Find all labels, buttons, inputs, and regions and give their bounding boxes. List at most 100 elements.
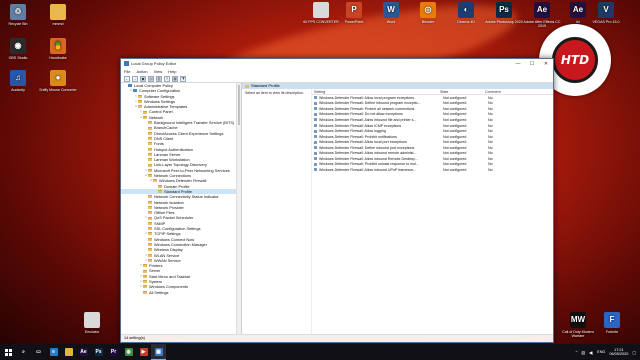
folder-icon xyxy=(158,184,162,188)
language-indicator[interactable]: ENG xyxy=(597,350,605,354)
desktop-icon[interactable]: ♫ Audacity xyxy=(0,70,40,92)
group-policy-editor-window: Local Group Policy Editor — ☐ ✕ File Act… xyxy=(120,58,554,343)
taskbar-app[interactable]: Pr xyxy=(106,344,121,360)
menu-action[interactable]: Action xyxy=(136,69,147,74)
desktop-icon[interactable]: ● Sniffy Mouse Converter xyxy=(36,70,80,92)
desktop-icon-label: VEGAS Pro 15.0 xyxy=(592,20,620,24)
help-button[interactable]: ? xyxy=(164,75,170,82)
folder-icon xyxy=(148,237,152,241)
setting-comment: No xyxy=(488,140,493,145)
policy-setting-icon xyxy=(314,162,317,166)
after-effects-icon: Ae xyxy=(534,2,550,18)
desktop-icon[interactable]: mmmd xyxy=(36,4,80,26)
setting-row[interactable]: Windows Defender Firewall: Allow local p… xyxy=(312,139,553,145)
folder-icon xyxy=(148,258,152,262)
volume-icon[interactable]: ◀) xyxy=(589,350,593,355)
taskbar-app[interactable] xyxy=(61,344,76,360)
clock-date: 06/05/2020 xyxy=(609,352,629,356)
setting-row[interactable]: Windows Defender Firewall: Define inboun… xyxy=(312,101,553,107)
minimize-button[interactable]: — xyxy=(511,59,525,68)
desktop-icon-label: Fortnite xyxy=(605,330,619,334)
start-button[interactable] xyxy=(0,344,16,360)
setting-state: Not configured xyxy=(443,117,467,122)
tree-scrollbar[interactable] xyxy=(236,83,241,334)
menu-view[interactable]: View xyxy=(154,69,163,74)
taskbar-app[interactable]: ◍ xyxy=(121,344,136,360)
setting-row[interactable]: Windows Defender Firewall: Define inboun… xyxy=(312,145,553,151)
taskbar-app[interactable]: ▭ xyxy=(31,344,46,360)
forward-button[interactable]: → xyxy=(132,75,138,82)
setting-row[interactable]: Windows Defender Firewall: Allow inbound… xyxy=(312,167,553,173)
powerpoint-icon: P xyxy=(346,2,362,18)
taskbar-app[interactable]: Ae xyxy=(76,344,91,360)
column-setting[interactable]: Setting xyxy=(312,90,440,94)
folder-icon xyxy=(158,190,162,194)
setting-name: Windows Defender Firewall: Do not allow … xyxy=(319,112,403,117)
show-hide-tree-button[interactable]: ▤ xyxy=(148,75,154,82)
folder-icon xyxy=(148,232,152,236)
setting-row[interactable]: Windows Defender Firewall: Allow ICMP ex… xyxy=(312,123,553,129)
setting-row[interactable]: Windows Defender Firewall: Allow inbound… xyxy=(312,150,553,156)
pane-body: Select an item to view its description. … xyxy=(242,89,553,341)
after-effects-icon: Ae xyxy=(79,348,88,356)
setting-row[interactable]: Windows Defender Firewall: Allow inbound… xyxy=(312,156,553,162)
setting-row[interactable]: Windows Defender Firewall: Allow local p… xyxy=(312,95,553,101)
setting-state: Not configured xyxy=(443,123,467,128)
setting-name: Windows Defender Firewall: Protect all n… xyxy=(319,106,415,111)
setting-name: Windows Defender Firewall: Prohibit noti… xyxy=(319,134,397,139)
emulator-icon xyxy=(84,312,100,328)
setting-row[interactable]: Windows Defender Firewall: Prohibit unic… xyxy=(312,162,553,168)
folder-icon xyxy=(148,200,152,204)
folder-icon xyxy=(138,94,142,98)
setting-row[interactable]: Windows Defender Firewall: Prohibit noti… xyxy=(312,134,553,140)
desktop-icon[interactable]: ◉ OBS Studio xyxy=(0,38,40,60)
folder-icon xyxy=(138,100,142,104)
network-icon[interactable]: ▥ xyxy=(581,350,585,355)
folder-icon xyxy=(148,227,152,231)
folder-icon xyxy=(143,264,147,268)
setting-row[interactable]: Windows Defender Firewall: Protect all n… xyxy=(312,106,553,112)
chrome-icon: ◍ xyxy=(124,348,133,356)
notification-icon[interactable]: ▢ xyxy=(632,350,636,355)
filter-button[interactable]: ⧩ xyxy=(180,75,186,82)
premiere-icon: Pr xyxy=(109,348,118,356)
setting-comment: No xyxy=(488,156,493,161)
menu-file[interactable]: File xyxy=(124,69,130,74)
setting-row[interactable]: Windows Defender Firewall: Do not allow … xyxy=(312,112,553,118)
window-title: Local Group Policy Editor xyxy=(131,61,177,66)
properties-button[interactable]: ▦ xyxy=(172,75,178,82)
taskbar-app[interactable]: ▶ xyxy=(136,344,151,360)
folder-icon xyxy=(143,290,147,294)
blender-icon: ◎ xyxy=(420,2,436,18)
taskbar-app[interactable]: ⌕ xyxy=(16,344,31,360)
back-button[interactable]: ← xyxy=(124,75,130,82)
desktop-icon-label: Sniffy Mouse Converter xyxy=(39,88,77,92)
desktop-icon[interactable]: F Fortnite xyxy=(590,312,634,334)
column-state[interactable]: State xyxy=(440,90,485,94)
export-list-button[interactable]: ▥ xyxy=(156,75,162,82)
up-button[interactable]: ▣ xyxy=(140,75,146,82)
fortnite-icon: F xyxy=(604,312,620,328)
maximize-button[interactable]: ☐ xyxy=(525,59,539,68)
desktop-icon[interactable]: Emulator xyxy=(70,312,114,334)
tree-scroll-thumb[interactable] xyxy=(238,85,240,125)
close-button[interactable]: ✕ xyxy=(539,59,553,68)
setting-row[interactable]: Windows Defender Firewall: Allow inbound… xyxy=(312,117,553,123)
folder-icon xyxy=(148,168,152,172)
menu-help[interactable]: Help xyxy=(168,69,176,74)
taskbar-app[interactable]: Ps xyxy=(91,344,106,360)
setting-row[interactable]: Windows Defender Firewall: Allow logging… xyxy=(312,128,553,134)
desktop-icon[interactable]: ♲ Recycle Bin xyxy=(0,4,40,26)
desktop-icon[interactable]: V VEGAS Pro 15.0 xyxy=(584,2,628,24)
desktop-icon[interactable]: 🍍 Handbrake xyxy=(36,38,80,60)
column-comment[interactable]: Comment xyxy=(485,90,515,94)
clock[interactable]: 17:21 06/05/2020 xyxy=(609,348,628,357)
taskbar-app[interactable]: e xyxy=(46,344,61,360)
taskbar-app[interactable]: ▦ xyxy=(151,344,166,360)
setting-comment: No xyxy=(488,123,493,128)
chevron-up-icon[interactable]: ^ xyxy=(576,350,578,354)
tree-item[interactable]: All Settings xyxy=(121,290,241,295)
setting-name: Windows Defender Firewall: Allow logging xyxy=(319,129,386,134)
folder-icon xyxy=(148,121,152,125)
setting-state: Not configured xyxy=(443,112,467,117)
